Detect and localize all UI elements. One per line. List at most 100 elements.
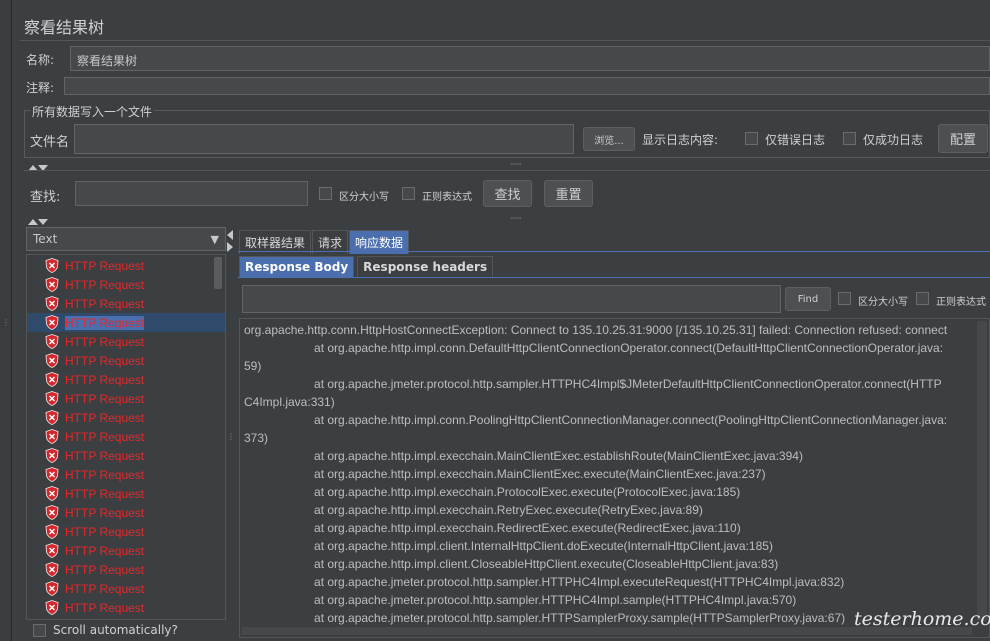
log-line: at org.apache.http.impl.execchain.MainCl… (244, 467, 766, 481)
log-line: at org.apache.http.impl.conn.PoolingHttp… (244, 413, 948, 427)
tree-item-label: HTTP Request (65, 296, 145, 311)
response-case-checkbox[interactable] (838, 292, 851, 305)
name-field[interactable]: 察看结果树 (70, 46, 990, 71)
response-regex-label: 正则表达式 (936, 297, 986, 308)
tree-item[interactable]: HTTP Request (27, 503, 225, 522)
tree-splitter[interactable]: ⋮ (227, 228, 235, 638)
tree-item-label: HTTP Request (65, 391, 145, 406)
response-body-area[interactable]: org.apache.http.conn.HttpHostConnectExce… (239, 318, 990, 638)
regex-checkbox[interactable] (402, 187, 415, 200)
tree-item[interactable]: HTTP Request (27, 332, 225, 351)
response-search-input[interactable] (242, 285, 781, 313)
tree-item[interactable]: HTTP Request (27, 579, 225, 598)
tab-underline (238, 251, 990, 252)
tree-item[interactable]: HTTP Request (27, 294, 225, 313)
results-tree[interactable]: HTTP Request HTTP Request HTTP Request HTTP… (26, 254, 226, 620)
tree-item-label: HTTP Request (65, 429, 145, 444)
find-button[interactable]: 查找 (483, 180, 532, 207)
error-shield-icon (45, 410, 59, 425)
case-sensitive-checkbox[interactable] (319, 187, 332, 200)
divider (24, 170, 990, 171)
tree-item[interactable]: HTTP Request (27, 522, 225, 541)
tree-item[interactable]: HTTP Request (27, 427, 225, 446)
tree-item-label: HTTP Request (65, 334, 145, 349)
subtab-underline (238, 277, 990, 278)
errors-only-checkbox[interactable] (745, 132, 758, 145)
comment-field[interactable] (64, 77, 990, 95)
collapse-toggle[interactable] (28, 160, 48, 174)
error-shield-icon (45, 467, 59, 482)
log-line: C4Impl.java:331) (244, 395, 335, 409)
response-scrollbar[interactable] (977, 321, 987, 621)
tree-item-label: HTTP Request (65, 486, 145, 501)
triangle-right-icon (227, 242, 233, 252)
renderer-value: Text (33, 232, 58, 246)
scroll-auto-checkbox[interactable] (33, 624, 46, 637)
splitter-grip-icon[interactable]: ······· (510, 214, 522, 223)
tree-item[interactable]: HTTP Request (27, 351, 225, 370)
tree-scrollbar-thumb[interactable] (214, 257, 222, 289)
tree-item-label: HTTP Request (65, 353, 145, 368)
log-line: at org.apache.http.impl.execchain.Redire… (244, 521, 741, 535)
error-shield-icon (45, 334, 59, 349)
chevron-down-icon: ▼ (210, 232, 219, 246)
browse-button[interactable]: 浏览... (583, 127, 635, 151)
tree-item-label: HTTP Request (65, 448, 145, 463)
response-find-button[interactable]: Find (785, 287, 831, 311)
error-shield-icon (45, 353, 59, 368)
file-section-legend: 所有数据写入一个文件 (30, 103, 155, 120)
tree-item[interactable]: HTTP Request (27, 484, 225, 503)
tab-response-headers[interactable]: Response headers (357, 256, 494, 277)
tree-item[interactable]: HTTP Request (27, 465, 225, 484)
tree-item[interactable]: HTTP Request (27, 560, 225, 579)
splitter-grip-icon[interactable]: ······· (510, 160, 522, 169)
log-content-label: 显示日志内容: (642, 133, 719, 147)
search-label: 查找: (30, 190, 61, 205)
error-shield-icon (45, 524, 59, 539)
tree-item-label: HTTP Request (65, 505, 145, 520)
tree-item[interactable]: HTTP Request (27, 370, 225, 389)
collapse-toggle[interactable] (28, 214, 48, 228)
config-button[interactable]: 配置 (938, 124, 988, 153)
success-only-checkbox[interactable] (843, 132, 856, 145)
grip-icon: ⋮ (2, 318, 10, 327)
tree-item-label: HTTP Request (65, 543, 145, 558)
log-line: at org.apache.http.impl.conn.DefaultHttp… (244, 341, 944, 355)
error-shield-icon (45, 296, 59, 311)
error-shield-icon (45, 486, 59, 501)
tree-item-label: HTTP Request (65, 467, 145, 482)
log-line: 59) (244, 359, 262, 373)
search-input[interactable] (75, 181, 308, 206)
renderer-select[interactable]: Text ▼ (26, 227, 226, 251)
tree-item[interactable]: HTTP Request (27, 617, 225, 621)
reset-button[interactable]: 重置 (544, 180, 593, 207)
tree-item[interactable]: HTTP Request (27, 446, 225, 465)
grip-icon: ⋮ (227, 432, 235, 441)
tree-item[interactable]: HTTP Request (27, 256, 225, 275)
log-line: at org.apache.http.impl.client.InternalH… (244, 539, 773, 553)
error-shield-icon (45, 448, 59, 463)
case-sensitive-label: 区分大小写 (339, 192, 389, 203)
tree-item[interactable]: HTTP Request (27, 275, 225, 294)
left-splitter[interactable]: ⋮ (0, 0, 12, 641)
log-line: 373) (244, 431, 269, 445)
error-shield-icon (45, 562, 59, 577)
tree-item[interactable]: HTTP Request (27, 408, 225, 427)
tree-item-label: HTTP Request (65, 315, 145, 330)
error-shield-icon (45, 600, 59, 615)
file-name-input[interactable] (74, 124, 574, 154)
tree-item-label: HTTP Request (65, 410, 145, 425)
error-shield-icon (45, 372, 59, 387)
tree-item[interactable]: HTTP Request (27, 541, 225, 560)
tree-item-label: HTTP Request (65, 562, 145, 577)
tree-item[interactable]: HTTP Request (27, 389, 225, 408)
tree-item-label: HTTP Request (65, 620, 144, 621)
tree-item[interactable]: HTTP Request (27, 598, 225, 617)
error-shield-icon (45, 581, 59, 596)
tree-item-label: HTTP Request (65, 372, 145, 387)
triangle-down-icon (38, 219, 48, 225)
tree-item[interactable]: HTTP Request (27, 313, 225, 332)
response-regex-checkbox[interactable] (916, 292, 929, 305)
log-line: at org.apache.http.impl.execchain.RetryE… (244, 503, 703, 517)
tab-response-body[interactable]: Response Body (239, 256, 355, 277)
